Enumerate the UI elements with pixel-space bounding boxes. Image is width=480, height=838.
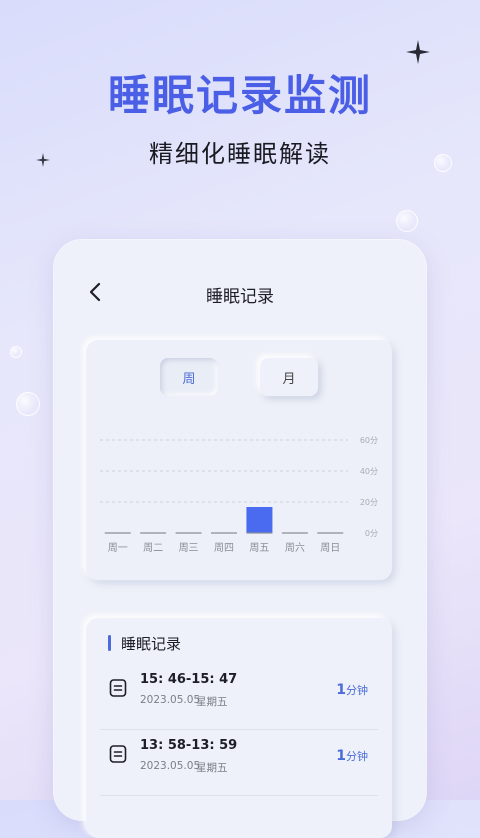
x-tick-label: 周五 [249,542,269,554]
x-tick-label: 周六 [285,542,305,554]
duration-value: 1 [336,682,346,698]
x-tick-label: 周日 [320,542,340,554]
y-tick-label: 20分 [360,498,378,507]
record-item[interactable]: 15: 46-15: 47 2023.05.05 星期五 1分钟 [100,664,378,730]
sparkle-icon [406,40,430,64]
bar [246,507,273,533]
page-title: 睡眠记录 [206,287,274,307]
divider [100,795,378,796]
document-icon [109,679,127,697]
duration-value: 1 [336,748,346,764]
record-weekday: 星期五 [196,762,228,774]
y-tick-label: 60分 [360,436,378,445]
y-tick-label: 40分 [360,467,378,476]
record-time: 13: 58-13: 59 [140,738,238,753]
document-icon [109,745,127,763]
x-tick-label: 周一 [108,542,128,554]
duration-unit: 分钟 [346,750,368,763]
bubble-decoration [10,346,22,358]
hero-subtitle: 精细化睡眠解读 [149,140,331,168]
record-time: 15: 46-15: 47 [140,672,238,687]
records-card: 睡眠记录 15: 46-15: 47 2023.05.05 星期五 1分钟 13… [86,618,392,838]
sparkle-icon [36,153,50,167]
hero-title: 睡眠记录监测 [107,71,372,120]
phone-frame: 睡眠记录 周 月 0分 20分 40分 60分 周一 周二 周三 周四 周五 周六 周日 睡眠记录 … [54,240,426,838]
bubble-decoration [434,154,452,172]
record-weekday: 星期五 [196,696,228,708]
records-title: 睡眠记录 [121,634,182,653]
chart-card: 周 月 0分 20分 40分 60分 周一 周二 周三 周四 周五 周六 周日 [86,340,392,580]
x-tick-label: 周四 [214,542,234,554]
records-header: 睡眠记录 [108,634,182,653]
accent-bar [108,635,111,651]
record-date: 2023.05.05 [140,760,201,772]
bubble-decoration [16,392,40,416]
record-item[interactable]: 13: 58-13: 59 2023.05.05 星期五 1分钟 [100,730,378,796]
y-tick-label: 0分 [365,529,378,538]
x-tick-label: 周二 [143,542,163,554]
record-duration: 1分钟 [336,682,368,698]
record-duration: 1分钟 [336,748,368,764]
bubble-decoration [396,210,418,232]
duration-unit: 分钟 [346,684,368,697]
sleep-bar-chart: 0分 20分 40分 60分周一 周二 周三 周四 周五 周六 周日 [100,436,378,554]
x-tick-label: 周三 [179,542,199,554]
record-date: 2023.05.05 [140,694,201,706]
